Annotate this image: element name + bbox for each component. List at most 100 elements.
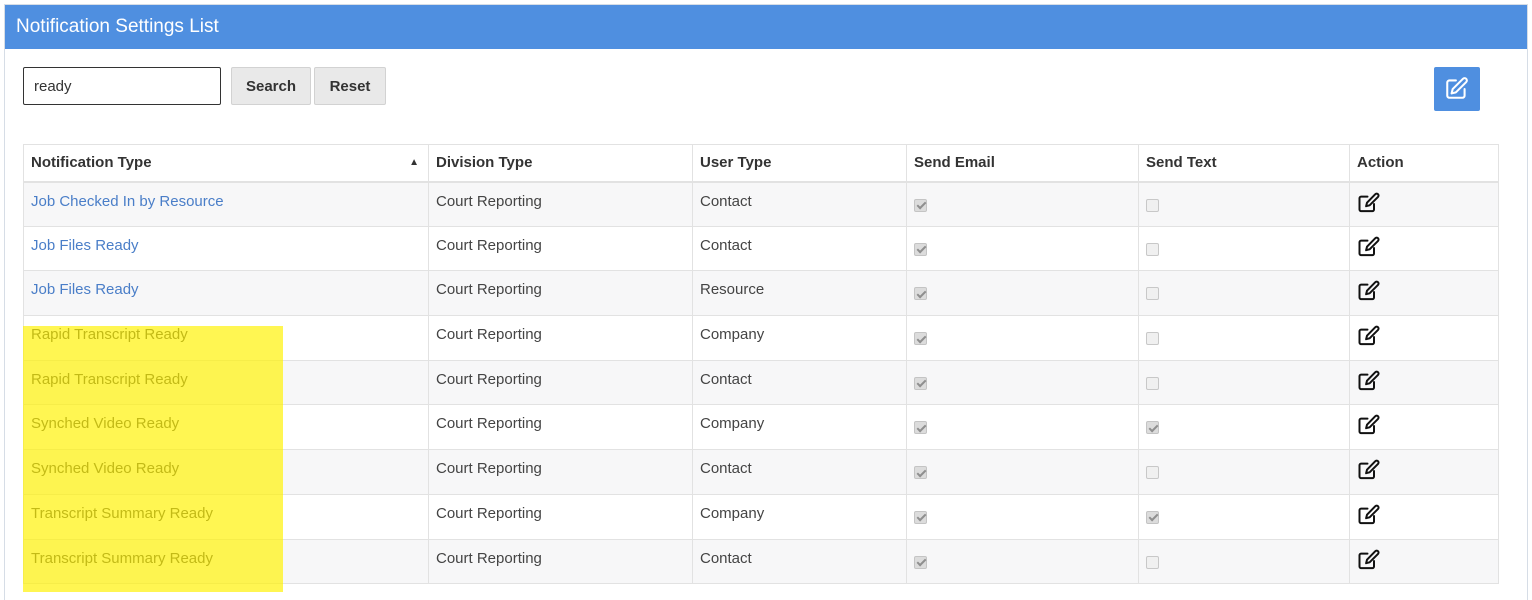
send-email-cell: [906, 538, 1139, 585]
send-text-checkbox: [1146, 198, 1159, 212]
notification-type-cell: Synched Video Ready: [23, 404, 429, 451]
edit-icon[interactable]: [1357, 414, 1381, 440]
table-row: Rapid Transcript Ready Court Reporting Con…: [23, 359, 1499, 406]
send-text-checkbox: [1146, 421, 1159, 435]
division-type-cell: Court Reporting: [428, 538, 693, 585]
user-type-cell: Contact: [692, 359, 907, 406]
notification-type-link[interactable]: Job Files Ready: [31, 281, 139, 298]
send-email-checkbox: [914, 287, 927, 301]
column-header-action: Action: [1349, 144, 1499, 183]
notification-type-link[interactable]: Job Checked In by Resource: [31, 193, 224, 210]
user-type-cell: Contact: [692, 449, 907, 495]
send-email-checkbox: [914, 421, 927, 435]
send-email-cell: [906, 315, 1139, 361]
edit-icon[interactable]: [1357, 504, 1381, 530]
division-type-cell: Court Reporting: [428, 315, 693, 361]
column-header-label: Notification Type: [31, 154, 152, 172]
user-type-cell: Contact: [692, 538, 907, 585]
search-input[interactable]: [23, 67, 221, 105]
search-button[interactable]: Search: [231, 67, 311, 105]
notification-type-link: Transcript Summary Ready: [31, 549, 213, 567]
action-cell: [1349, 538, 1499, 585]
send-text-checkbox: [1146, 332, 1159, 346]
send-email-checkbox: [914, 376, 927, 390]
send-email-cell: [906, 225, 1139, 272]
column-header-send-email[interactable]: Send Email: [906, 144, 1139, 183]
notification-type-cell: Rapid Transcript Ready: [23, 359, 429, 406]
send-text-cell: [1138, 270, 1350, 317]
send-text-checkbox: [1146, 287, 1159, 301]
division-type-cell: Court Reporting: [428, 270, 693, 317]
notification-type-cell: Synched Video Ready: [23, 449, 429, 495]
table-header-row: Notification Type ▲ Division Type User T…: [23, 144, 1499, 183]
edit-icon: [1444, 75, 1470, 104]
panel-title: Notification Settings List: [5, 5, 1527, 49]
notification-type-link: Rapid Transcript Ready: [31, 326, 188, 344]
table-row: Job Checked In by Resource Court Reportin…: [23, 181, 1499, 227]
sort-ascending-icon: ▲: [409, 157, 419, 169]
send-text-checkbox: [1146, 555, 1159, 569]
action-cell: [1349, 493, 1499, 540]
table-row: Synched Video Ready Court Reporting Contac…: [23, 449, 1499, 495]
send-email-cell: [906, 449, 1139, 495]
action-cell: [1349, 404, 1499, 451]
division-type-cell: Court Reporting: [428, 449, 693, 495]
user-type-cell: Company: [692, 493, 907, 540]
edit-icon[interactable]: [1357, 280, 1381, 306]
reset-button[interactable]: Reset: [314, 67, 386, 105]
send-email-checkbox: [914, 466, 927, 480]
send-text-checkbox: [1146, 376, 1159, 390]
send-email-checkbox: [914, 242, 927, 256]
division-type-cell: Court Reporting: [428, 359, 693, 406]
send-email-cell: [906, 181, 1139, 227]
division-type-cell: Court Reporting: [428, 225, 693, 272]
send-email-cell: [906, 270, 1139, 317]
add-notification-button[interactable]: [1434, 67, 1480, 111]
send-text-cell: [1138, 181, 1350, 227]
action-cell: [1349, 315, 1499, 361]
user-type-cell: Contact: [692, 225, 907, 272]
column-header-send-text[interactable]: Send Text: [1138, 144, 1350, 183]
notification-type-cell[interactable]: Job Files Ready: [23, 225, 429, 272]
action-cell: [1349, 181, 1499, 227]
column-header-user-type[interactable]: User Type: [692, 144, 907, 183]
send-email-checkbox: [914, 198, 927, 212]
user-type-cell: Company: [692, 404, 907, 451]
send-text-cell: [1138, 225, 1350, 272]
notification-type-link: Synched Video Ready: [31, 460, 180, 478]
send-email-cell: [906, 359, 1139, 406]
edit-icon[interactable]: [1357, 192, 1381, 218]
notification-type-cell[interactable]: Job Checked In by Resource: [23, 181, 429, 227]
notification-type-cell: Transcript Summary Ready: [23, 493, 429, 540]
send-email-checkbox: [914, 510, 927, 524]
action-cell: [1349, 449, 1499, 495]
notification-type-cell: Rapid Transcript Ready: [23, 315, 429, 361]
send-email-cell: [906, 493, 1139, 540]
edit-icon[interactable]: [1357, 459, 1381, 485]
notification-type-link[interactable]: Job Files Ready: [31, 237, 139, 254]
send-text-checkbox: [1146, 466, 1159, 480]
send-email-cell: [906, 404, 1139, 451]
send-text-checkbox: [1146, 242, 1159, 256]
send-text-cell: [1138, 315, 1350, 361]
edit-icon[interactable]: [1357, 236, 1381, 262]
notification-type-cell[interactable]: Job Files Ready: [23, 270, 429, 317]
user-type-cell: Company: [692, 315, 907, 361]
edit-icon[interactable]: [1357, 370, 1381, 396]
table-row: Job Files Ready Court Reporting Resource: [23, 270, 1499, 317]
column-header-division-type[interactable]: Division Type: [428, 144, 693, 183]
send-text-cell: [1138, 359, 1350, 406]
table-row: Transcript Summary Ready Court Reporting C…: [23, 493, 1499, 540]
edit-icon[interactable]: [1357, 325, 1381, 351]
send-text-cell: [1138, 404, 1350, 451]
edit-icon[interactable]: [1357, 549, 1381, 575]
column-header-notification-type[interactable]: Notification Type ▲: [23, 144, 429, 183]
table-row: Rapid Transcript Ready Court Reporting Com…: [23, 315, 1499, 361]
table-row: Job Files Ready Court Reporting Contact: [23, 225, 1499, 272]
send-email-checkbox: [914, 555, 927, 569]
division-type-cell: Court Reporting: [428, 493, 693, 540]
send-email-checkbox: [914, 332, 927, 346]
table-row: Transcript Summary Ready Court Reporting C…: [23, 538, 1499, 585]
action-cell: [1349, 359, 1499, 406]
division-type-cell: Court Reporting: [428, 404, 693, 451]
